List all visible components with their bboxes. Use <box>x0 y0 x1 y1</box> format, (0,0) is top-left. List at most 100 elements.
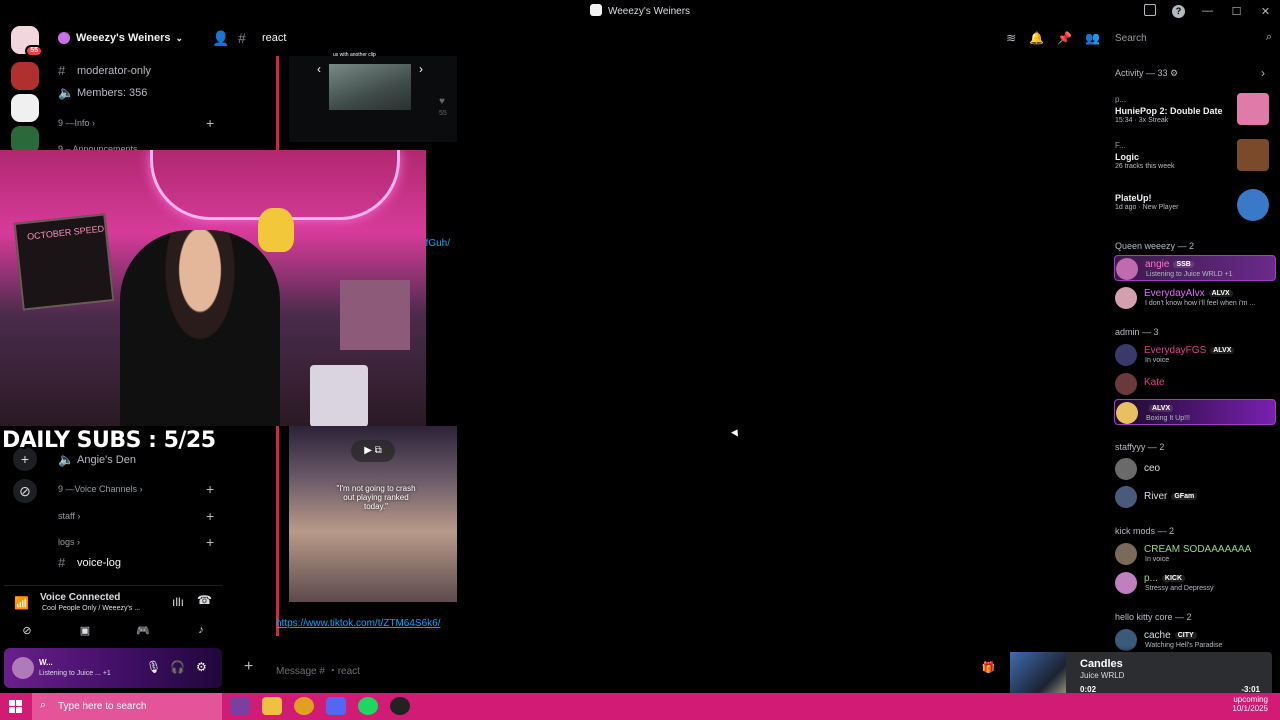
category-logs[interactable]: logs › + <box>58 534 214 550</box>
member-row[interactable]: CREAM SODAAAAAAA In voice <box>1114 541 1276 567</box>
member-row[interactable]: ceo <box>1114 456 1276 482</box>
channel-label: voice-log <box>77 556 122 569</box>
category-staff[interactable]: staff › + <box>58 508 214 524</box>
spotify-icon[interactable] <box>358 697 378 715</box>
server-icon[interactable] <box>11 94 39 122</box>
role-group-header: admin — 3 <box>1115 327 1159 337</box>
voice-status[interactable]: Voice Connected <box>40 592 120 603</box>
activity-card[interactable]: p... HuniePop 2: Double Date 15:34 · 3x … <box>1115 93 1275 125</box>
video-thumbnail[interactable] <box>329 64 411 110</box>
server-icon[interactable] <box>11 62 39 90</box>
minimize-button[interactable]: — <box>1193 5 1222 17</box>
member-row[interactable]: cache CITY Watching Hell's Paradise <box>1114 627 1276 653</box>
activity-icon[interactable]: 🎮 <box>130 624 156 640</box>
voice-channel-path[interactable]: Cool People Only / Weeezy's ... <box>42 605 140 612</box>
chevron-left-icon[interactable]: ‹ <box>317 62 321 76</box>
notification-badge: 55 <box>25 45 43 57</box>
member-tag: GFam <box>1171 493 1198 500</box>
message-input[interactable]: Message # ・react <box>276 662 360 677</box>
chrome-icon[interactable] <box>294 697 314 715</box>
message-composer[interactable]: + Message # ・react 🎁 ▤ <box>232 654 1094 682</box>
gift-icon[interactable]: 🎁 <box>982 661 996 674</box>
threads-icon[interactable]: ≋ <box>1006 31 1016 45</box>
task-view-icon[interactable] <box>230 697 250 715</box>
avatar[interactable] <box>12 657 34 679</box>
upcoming-label: upcoming <box>1233 695 1268 704</box>
tiktok-link[interactable]: https://www.tiktok.com/t/ZTM64S6k6/ <box>276 618 441 629</box>
window-controls: ? — ☐ ✕ <box>1135 2 1280 20</box>
add-channel-icon[interactable]: + <box>206 115 214 131</box>
video-carousel[interactable]: us with another clip ‹ › ♥ 55 <box>289 52 457 142</box>
file-explorer-icon[interactable] <box>262 697 282 715</box>
server-badge-icon <box>58 32 70 44</box>
video-player[interactable]: ▶ ⧉ "I'm not going to crash out playing … <box>289 426 457 602</box>
username[interactable]: W... <box>39 658 53 667</box>
headphones-icon[interactable]: 🎧 <box>170 660 185 674</box>
notification-bell-icon[interactable]: 🔔 <box>1029 31 1044 45</box>
search-icon: ⌕ <box>40 699 47 711</box>
activity-card[interactable]: F... Logic 26 tracks this week <box>1115 139 1275 171</box>
role-group-header: hello kitty core — 2 <box>1115 612 1192 622</box>
heart-icon[interactable]: ♥ <box>439 96 445 107</box>
activity-header[interactable]: Activity — 33 ⚙ › <box>1115 66 1265 80</box>
title-bar: Weeezy's Weiners ? — ☐ ✕ <box>0 0 1280 22</box>
channel-members[interactable]: 🔈 Members: 356 <box>58 85 147 101</box>
screen-share-icon[interactable]: ▣ <box>72 624 98 640</box>
chevron-right-icon[interactable]: › <box>1261 66 1265 80</box>
maximize-button[interactable]: ☐ <box>1222 5 1251 18</box>
member-tag: ALVX <box>1208 290 1233 297</box>
obs-icon[interactable] <box>390 697 410 715</box>
noise-suppression-icon[interactable]: ıllı <box>172 595 184 609</box>
role-group-header: Queen weeezy — 2 <box>1115 241 1195 251</box>
channel-title: react <box>262 32 287 44</box>
disconnect-icon[interactable]: ☎ <box>197 593 212 607</box>
search-input[interactable]: Search ⌕ <box>1108 27 1278 49</box>
category-info[interactable]: 9 —Info › + <box>58 115 214 131</box>
tumbler-cup <box>310 365 368 426</box>
help-icon[interactable]: ? <box>1164 4 1193 18</box>
member-row[interactable]: Kate <box>1114 371 1276 397</box>
member-row[interactable]: EverydayAlvx ALVX I don't know how i'll f… <box>1114 285 1276 311</box>
member-status: I don't know how i'll feel when i'm ... <box>1145 300 1256 307</box>
activity-card[interactable]: PlateUp! 1d ago · New Player <box>1115 189 1275 221</box>
windows-start-icon[interactable] <box>9 700 22 713</box>
game-art <box>1237 189 1269 221</box>
member-row[interactable]: EverydayFGS ALVX In voice <box>1114 342 1276 368</box>
server-name: Weeezy's Weiners <box>76 32 171 44</box>
member-tag: SSB <box>1173 261 1194 268</box>
channel-moderator-only[interactable]: # moderator-only <box>58 63 151 78</box>
add-member-icon[interactable]: 👤 <box>212 30 229 47</box>
play-icon[interactable]: ▶ ⧉ <box>351 440 395 462</box>
attach-plus-icon[interactable]: + <box>244 658 253 676</box>
add-channel-icon[interactable]: + <box>206 534 214 550</box>
members-sidebar: Search ⌕ Activity — 33 ⚙ › p... HuniePop… <box>1100 22 1280 690</box>
close-button[interactable]: ✕ <box>1251 5 1280 18</box>
channel-angies-den[interactable]: 🔈 Angie's Den <box>58 452 136 468</box>
category-voice-channels[interactable]: 9 —Voice Channels › + <box>58 481 214 497</box>
taskbar-search[interactable]: ⌕ Type here to search <box>32 693 222 720</box>
inbox-icon[interactable] <box>1135 3 1164 19</box>
member-list-icon[interactable]: 👥 <box>1085 31 1100 45</box>
member-row[interactable]: River GFam <box>1114 484 1276 510</box>
member-row[interactable]: p... KICK Stressy and Depressy <box>1114 570 1276 596</box>
server-header[interactable]: Weeezy's Weiners ⌄ <box>48 22 224 54</box>
system-clock[interactable]: upcoming 10/1/2025 <box>1232 695 1268 713</box>
chevron-right-icon[interactable]: › <box>419 62 423 76</box>
member-row[interactable]: angie SSB Listening to Juice WRLD +1 <box>1114 255 1276 281</box>
settings-gear-icon[interactable]: ⚙ <box>196 660 207 674</box>
member-name: EverydayFGS <box>1144 345 1207 356</box>
channel-voice-log[interactable]: # voice-log <box>58 555 121 570</box>
track-artist: Juice WRLD <box>1080 671 1125 680</box>
microphone-icon[interactable]: 🎙 <box>146 660 161 674</box>
camera-off-icon[interactable]: ⊘ <box>14 624 40 640</box>
direct-messages-button[interactable]: 55 <box>11 26 43 57</box>
soundboard-icon[interactable]: ♪ <box>188 624 214 640</box>
member-row[interactable]: ALVX Boxing It Up!!! <box>1114 399 1276 425</box>
add-channel-icon[interactable]: + <box>206 481 214 497</box>
streamer <box>120 230 280 426</box>
add-channel-icon[interactable]: + <box>206 508 214 524</box>
plush-toy <box>258 208 294 252</box>
discover-icon[interactable]: ⊘ <box>13 479 37 503</box>
pin-icon[interactable]: 📌 <box>1057 31 1072 45</box>
discord-app-icon[interactable] <box>326 697 346 715</box>
